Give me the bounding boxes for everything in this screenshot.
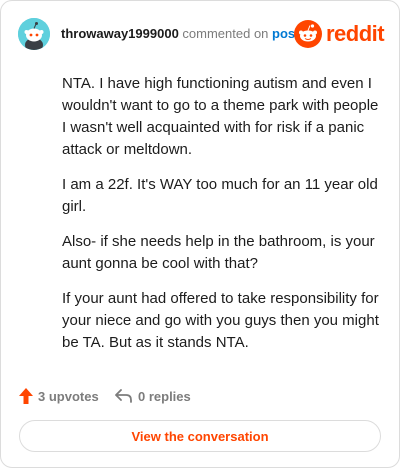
- reddit-wordmark: reddit: [326, 21, 385, 46]
- comment-card: throwaway1999000 commented on post reddi…: [0, 0, 400, 468]
- avatar[interactable]: [18, 18, 50, 50]
- reply-button[interactable]: 0 replies: [115, 385, 191, 407]
- comment-header: throwaway1999000 commented on post reddi…: [18, 18, 385, 50]
- comment-paragraph: NTA. I have high functioning autism and …: [62, 75, 379, 158]
- comment-paragraph: Also- if she needs help in the bathroom,…: [62, 233, 375, 272]
- upvote-button[interactable]: 3 upvotes: [19, 385, 99, 407]
- username-link[interactable]: throwaway1999000: [61, 26, 179, 41]
- reply-icon: [115, 389, 132, 403]
- comment-paragraph: I am a 22f. It's WAY too much for an 11 …: [62, 176, 378, 215]
- snoo-avatar-icon: [18, 18, 50, 50]
- reddit-logo[interactable]: reddit: [294, 19, 385, 49]
- comment-paragraph: If your aunt had offered to take respons…: [62, 290, 379, 351]
- reply-count: 0 replies: [138, 388, 191, 404]
- view-conversation-button[interactable]: View the conversation: [19, 420, 381, 452]
- comment-actions: 3 upvotes 0 replies: [19, 385, 379, 407]
- commented-on-text: commented on: [182, 26, 269, 41]
- reddit-logo-icon: [294, 20, 322, 48]
- upvote-count: 3 upvotes: [38, 388, 99, 404]
- comment-body: NTA. I have high functioning autism and …: [62, 73, 380, 367]
- comment-meta: throwaway1999000 commented on post: [61, 26, 300, 42]
- upvote-arrow-icon: [19, 388, 33, 404]
